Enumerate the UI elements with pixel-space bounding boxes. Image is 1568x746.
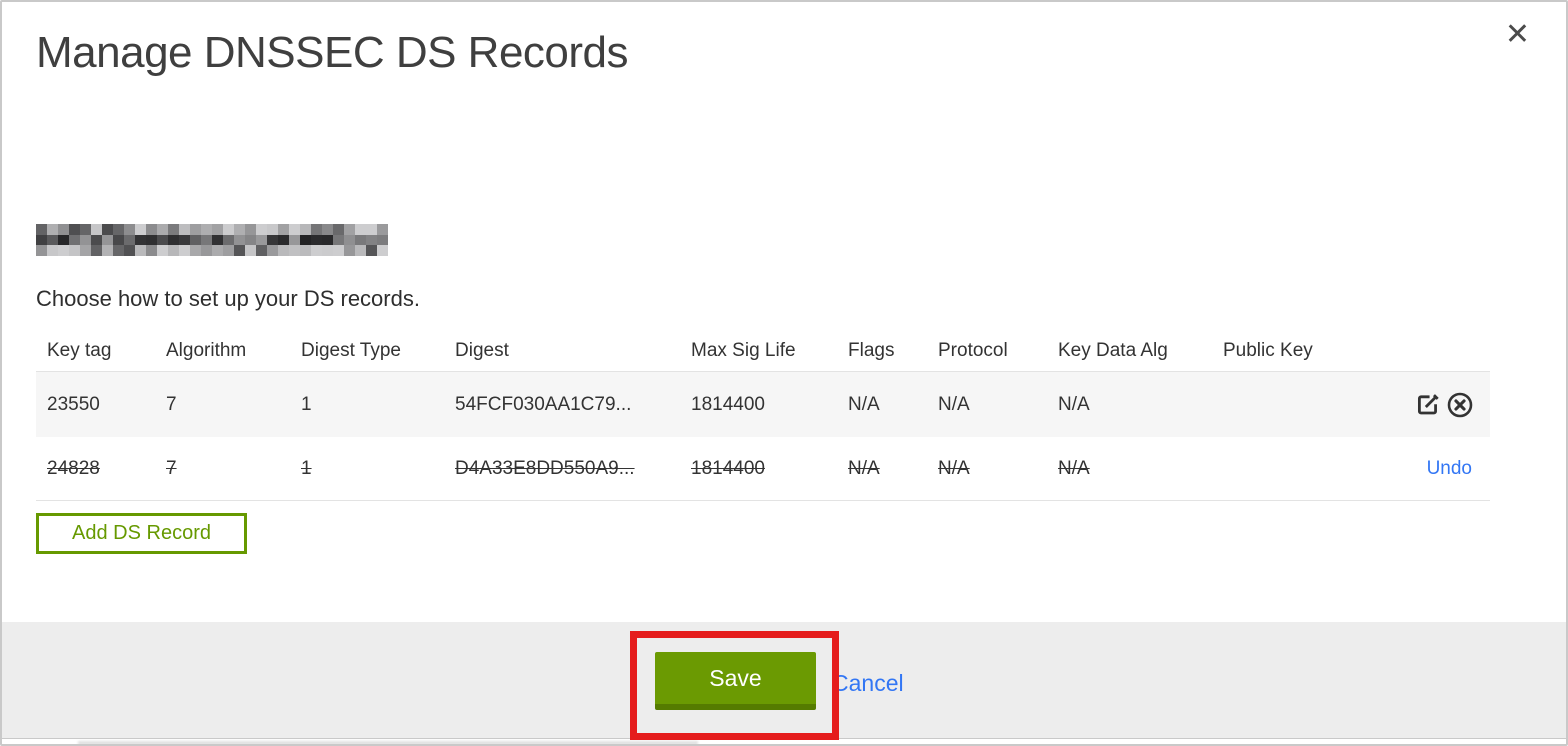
cell-key-tag: 24828 [47,457,100,479]
close-icon[interactable]: ✕ [1505,20,1530,50]
col-header-key-data-alg: Key Data Alg [1058,339,1168,361]
col-header-key-tag: Key tag [47,339,112,361]
delete-record-icon[interactable] [1446,391,1474,419]
instruction-text: Choose how to set up your DS records. [36,286,420,311]
cell-digest-type: 1 [301,393,312,415]
undo-link[interactable]: Undo [1427,458,1472,480]
col-header-digest-type: Digest Type [301,339,401,361]
cell-algorithm: 7 [166,457,177,479]
cell-digest-type: 1 [301,457,312,479]
cell-flags: N/A [848,393,880,415]
redacted-domain-name [36,224,388,256]
save-button[interactable]: Save [655,652,816,710]
col-header-max-sig-life: Max Sig Life [691,339,796,361]
row-actions [1353,391,1490,419]
background-page-content [78,741,698,745]
cell-protocol: N/A [938,457,970,479]
col-header-flags: Flags [848,339,895,361]
col-header-protocol: Protocol [938,339,1008,361]
cell-digest: 54FCF030AA1C79... [455,393,632,415]
cell-flags: N/A [848,457,880,479]
cell-algorithm: 7 [166,393,177,415]
edit-record-icon[interactable] [1414,391,1442,419]
cell-max-sig-life: 1814400 [691,393,765,415]
cell-key-data-alg: N/A [1058,457,1090,479]
table-row: 23550 7 1 54FCF030AA1C79... 1814400 N/A … [36,372,1490,437]
col-header-algorithm: Algorithm [166,339,247,361]
cell-digest: D4A33E8DD550A9... [455,457,635,479]
ds-records-table: Key tag Algorithm Digest Type Digest Max… [36,330,1490,501]
col-header-digest: Digest [455,339,509,361]
cell-max-sig-life: 1814400 [691,457,765,479]
add-ds-record-button[interactable]: Add DS Record [36,513,247,554]
table-header-row: Key tag Algorithm Digest Type Digest Max… [36,330,1490,372]
col-header-public-key: Public Key [1223,339,1313,361]
cancel-link[interactable]: Cancel [832,670,904,697]
cell-key-tag: 23550 [47,393,100,415]
cell-protocol: N/A [938,393,970,415]
page-title: Manage DNSSEC DS Records [36,28,629,77]
table-row-deleted: 24828 7 1 D4A33E8DD550A9... 1814400 N/A … [36,437,1490,501]
cell-key-data-alg: N/A [1058,393,1090,415]
